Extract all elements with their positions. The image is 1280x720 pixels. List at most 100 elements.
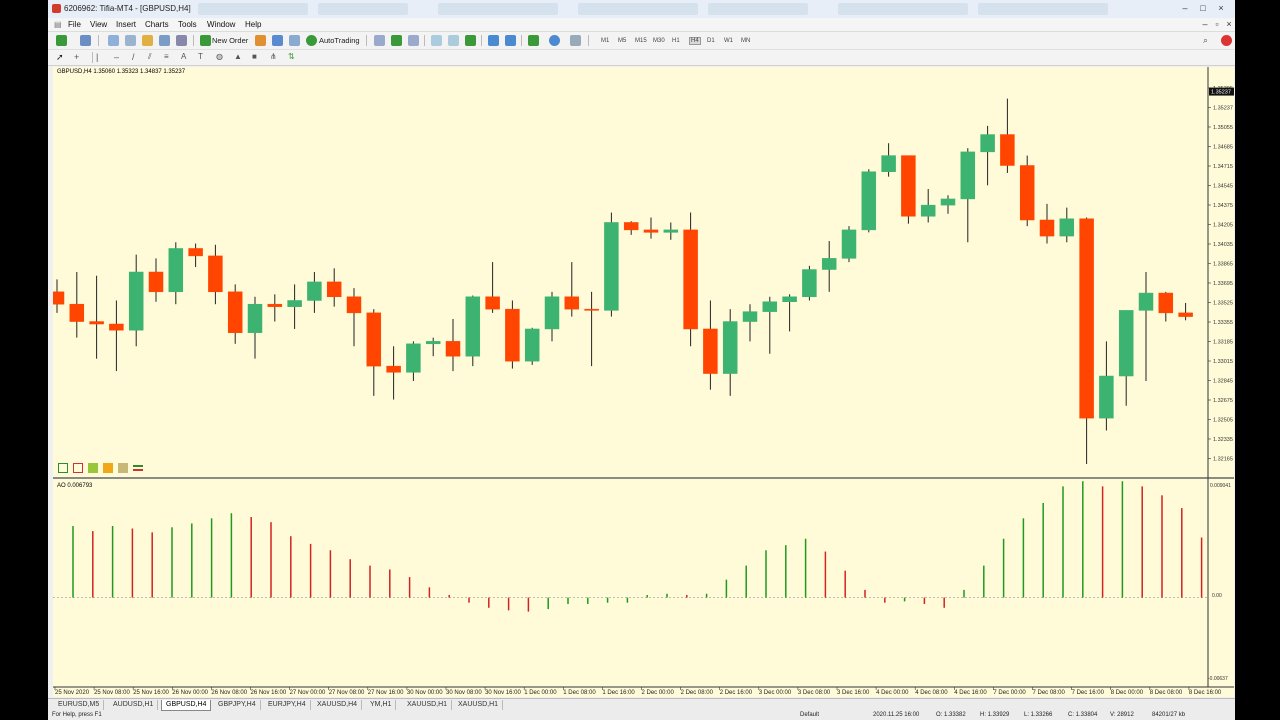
tab-audusd-h1[interactable]: AUDUSD,H1 bbox=[109, 700, 159, 710]
text-icon[interactable]: A bbox=[181, 52, 192, 63]
autoscroll-icon[interactable] bbox=[505, 35, 516, 46]
price-label: 1.32845 bbox=[1213, 379, 1233, 385]
crosshair-icon[interactable]: + bbox=[74, 52, 85, 63]
tab-ym-h1[interactable]: YM,H1 bbox=[366, 700, 397, 710]
text-label-icon[interactable]: T bbox=[198, 52, 209, 63]
triangle-icon[interactable]: ▲ bbox=[234, 52, 245, 63]
menu-view[interactable]: View bbox=[90, 20, 107, 29]
maximize-icon[interactable]: □ bbox=[1196, 3, 1210, 14]
time-label: 1 Dec 00:00 bbox=[524, 690, 557, 696]
new-order-icon[interactable] bbox=[200, 35, 211, 46]
bull-candle bbox=[881, 155, 896, 172]
profiles-icon[interactable] bbox=[80, 35, 91, 46]
green-box-icon[interactable] bbox=[58, 463, 68, 473]
autotrading-icon[interactable] bbox=[306, 35, 317, 46]
rectangle-icon[interactable]: ■ bbox=[252, 52, 263, 63]
chart-window[interactable]: 1.353951.352371.350551.346851.347151.345… bbox=[53, 67, 1234, 697]
time-label: 30 Nov 16:00 bbox=[485, 690, 521, 696]
red-box-icon[interactable] bbox=[73, 463, 83, 473]
timeframe-m5[interactable]: M5 bbox=[618, 38, 626, 44]
channel-icon[interactable]: ⫽ bbox=[148, 52, 159, 63]
tile-windows-icon[interactable] bbox=[465, 35, 476, 46]
menu-charts[interactable]: Charts bbox=[145, 20, 169, 29]
periods-icon[interactable] bbox=[549, 35, 560, 46]
trendline-icon[interactable]: / bbox=[132, 52, 143, 63]
strategy-tester-icon[interactable] bbox=[176, 35, 187, 46]
time-label: 27 Nov 16:00 bbox=[368, 690, 404, 696]
price-label: 1.34205 bbox=[1213, 223, 1233, 229]
time-label: 1 Dec 08:00 bbox=[563, 690, 596, 696]
market-icon[interactable] bbox=[289, 35, 300, 46]
background-window-tab[interactable] bbox=[578, 3, 698, 15]
bull-candle bbox=[247, 303, 263, 333]
ellipse-icon[interactable]: ◍ bbox=[216, 52, 227, 63]
terminal-icon[interactable] bbox=[159, 35, 170, 46]
timeframe-mn[interactable]: MN bbox=[741, 38, 750, 44]
chart-shift-icon[interactable] bbox=[488, 35, 499, 46]
tab-eurjpy-h4[interactable]: EURJPY,H4 bbox=[264, 700, 311, 710]
tab-xauusd-h1-2[interactable]: XAUUSD,H1 bbox=[454, 700, 504, 710]
meta-editor-icon[interactable] bbox=[255, 35, 266, 46]
indicators-icon[interactable] bbox=[528, 35, 539, 46]
close-icon[interactable]: × bbox=[1214, 3, 1228, 14]
chart-menu-icon[interactable]: ▤ bbox=[54, 20, 62, 29]
lime-square-icon[interactable] bbox=[88, 463, 98, 473]
menu-window[interactable]: Window bbox=[207, 20, 235, 29]
arrows-icon[interactable]: ⇅ bbox=[288, 52, 299, 63]
menu-insert[interactable]: Insert bbox=[116, 20, 136, 29]
templates-icon[interactable] bbox=[570, 35, 581, 46]
bull-candle bbox=[425, 341, 441, 345]
timeframe-d1[interactable]: D1 bbox=[707, 38, 715, 44]
timeframe-m15[interactable]: M15 bbox=[635, 38, 647, 44]
menu-tools[interactable]: Tools bbox=[178, 20, 197, 29]
status-open: O: 1.33382 bbox=[936, 712, 966, 718]
background-window-tab[interactable] bbox=[438, 3, 558, 15]
new-chart-icon[interactable] bbox=[56, 35, 67, 46]
chart-canvas[interactable]: 1.353951.352371.350551.346851.347151.345… bbox=[53, 67, 1234, 697]
mt4-window: 6206962: Tifia-MT4 - [GBPUSD,H4] – □ × ▤… bbox=[48, 0, 1235, 720]
tab-eurusd-m5[interactable]: EURUSD,M5 bbox=[54, 700, 105, 710]
zoom-out-icon[interactable] bbox=[448, 35, 459, 46]
orange-square-icon[interactable] bbox=[103, 463, 113, 473]
tab-gbpjpy-h4[interactable]: GBPJPY,H4 bbox=[214, 700, 261, 710]
khaki-square-icon[interactable] bbox=[118, 463, 128, 473]
candlesticks-icon[interactable] bbox=[391, 35, 402, 46]
background-window-tab[interactable] bbox=[978, 3, 1108, 15]
line-chart-icon[interactable] bbox=[408, 35, 419, 46]
timeframe-m30[interactable]: M30 bbox=[653, 38, 665, 44]
background-window-tab[interactable] bbox=[838, 3, 968, 15]
tab-xauusd-h4[interactable]: XAUUSD,H4 bbox=[313, 700, 363, 710]
tab-xauusd-h1[interactable]: XAUUSD,H1 bbox=[403, 700, 453, 710]
tab-gbpusd-h4[interactable]: GBPUSD,H4 bbox=[161, 700, 212, 711]
timeframe-h4[interactable]: H4 bbox=[689, 37, 701, 45]
bar-chart-icon[interactable] bbox=[374, 35, 385, 46]
fibonacci-icon[interactable]: ≡ bbox=[164, 52, 175, 63]
cursor-icon[interactable]: ➚ bbox=[56, 52, 67, 63]
bear-candle bbox=[445, 341, 461, 357]
zoom-in-icon[interactable] bbox=[431, 35, 442, 46]
autotrading-button[interactable]: AutoTrading bbox=[319, 36, 360, 45]
timeframe-w1[interactable]: W1 bbox=[724, 38, 733, 44]
menu-help[interactable]: Help bbox=[245, 20, 261, 29]
background-window-tab[interactable] bbox=[198, 3, 308, 15]
chart-close-icon[interactable]: × bbox=[1222, 19, 1235, 30]
menu-file[interactable]: File bbox=[68, 20, 81, 29]
search-icon[interactable]: ⌕ bbox=[1203, 35, 1214, 46]
background-window-tab[interactable] bbox=[708, 3, 808, 15]
notification-icon[interactable] bbox=[1221, 35, 1232, 46]
vertical-line-icon[interactable]: | bbox=[96, 52, 107, 63]
timeframe-m1[interactable]: M1 bbox=[601, 38, 609, 44]
navigator-icon[interactable] bbox=[142, 35, 153, 46]
data-window-icon[interactable] bbox=[125, 35, 136, 46]
market-watch-icon[interactable] bbox=[108, 35, 119, 46]
background-window-tab[interactable] bbox=[318, 3, 408, 15]
pitchfork-icon[interactable]: ⋔ bbox=[270, 52, 281, 63]
price-label: 1.34685 bbox=[1213, 145, 1233, 151]
price-label: 1.34545 bbox=[1213, 184, 1233, 190]
minimize-icon[interactable]: – bbox=[1178, 3, 1192, 14]
signals-icon[interactable] bbox=[272, 35, 283, 46]
new-order-button[interactable]: New Order bbox=[212, 36, 248, 45]
horizontal-line-icon[interactable]: – bbox=[114, 52, 125, 63]
timeframe-h1[interactable]: H1 bbox=[672, 38, 680, 44]
lines-icon[interactable] bbox=[133, 463, 143, 473]
